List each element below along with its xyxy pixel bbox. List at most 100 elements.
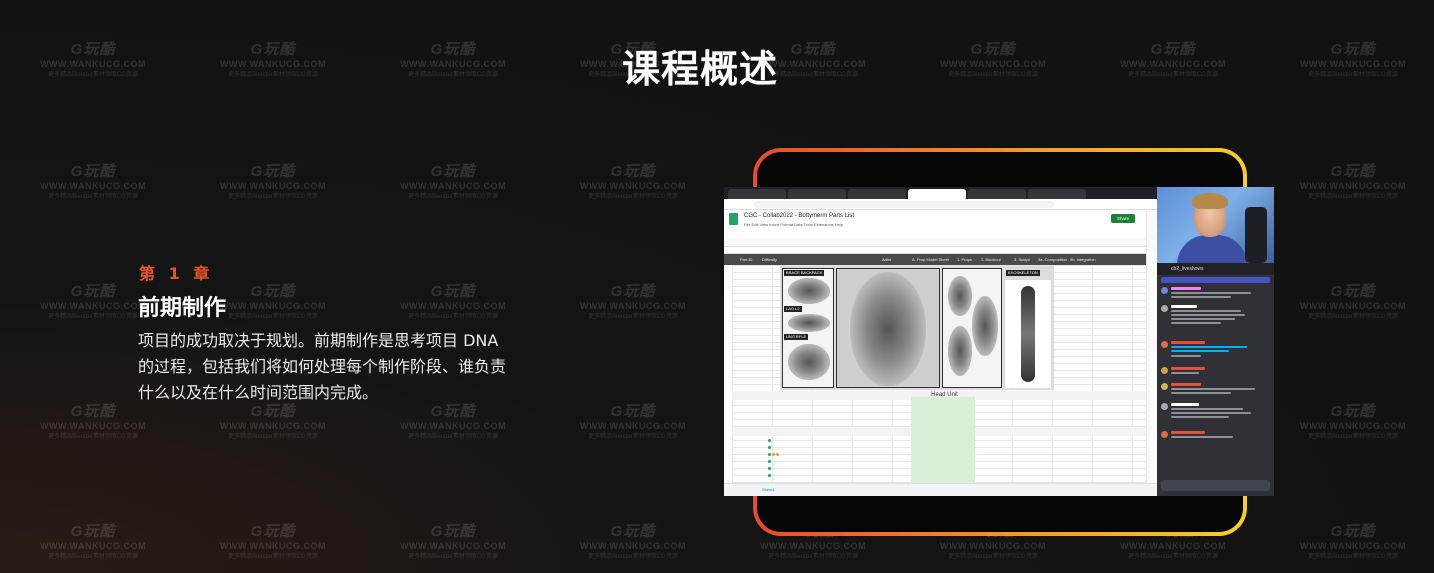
watermark: G玩酷WWW.WANKUCG.COM更多精品Blender素材领取CG资源 <box>398 160 508 200</box>
watermark-logo: G玩酷 <box>1330 403 1376 420</box>
watermark: G玩酷WWW.WANKUCG.COM更多精品Blender素材领取CG资源 <box>218 280 328 320</box>
watermark-site: WWW.WANKUCG.COM <box>220 541 326 551</box>
watermark: G玩酷WWW.WANKUCG.COM更多精品Blender素材领取CG资源 <box>218 400 328 440</box>
column-header: 3. Sculpt <box>1014 257 1030 262</box>
watermark-site: WWW.WANKUCG.COM <box>1300 181 1406 191</box>
watermark-site: WWW.WANKUCG.COM <box>940 541 1046 551</box>
watermark-sub: 更多精品Blender素材领取CG资源 <box>228 434 318 440</box>
watermark-logo: G玩酷 <box>430 523 476 540</box>
watermark-sub: 更多精品Blender素材领取CG资源 <box>768 554 858 560</box>
chapter-number: 第 1 章 <box>139 264 214 283</box>
watermark-site: WWW.WANKUCG.COM <box>580 301 686 311</box>
watermark: G玩酷WWW.WANKUCG.COM 更多精品Blender素材领取CG资源 <box>38 160 148 200</box>
watermark: G玩酷WWW.WANKUCG.COM更多精品Blender素材领取CG资源 <box>1298 520 1408 560</box>
watermark-sub: 更多精品Blender素材领取CG资源 <box>408 314 498 320</box>
watermark: G玩酷WWW.WANKUCG.COM 更多精品Blender素材领取CG资源 <box>38 280 148 320</box>
watermark-site: WWW.WANKUCG.COM <box>1120 541 1226 551</box>
watermark-site: WWW.WANKUCG.COM <box>1300 421 1406 431</box>
watermark-logo: G玩酷 <box>610 403 656 420</box>
address-bar <box>724 199 1157 210</box>
watermark-logo: G玩酷 <box>430 163 476 180</box>
watermark-logo: G玩酷 <box>430 283 476 300</box>
watermark-logo: G玩酷 <box>1330 163 1376 180</box>
watermark-site: WWW.WANKUCG.COM <box>40 301 146 311</box>
watermark-sub: 更多精品Blender素材领取CG资源 <box>48 434 138 440</box>
watermark-site: WWW.WANKUCG.COM <box>400 181 506 191</box>
watermark: G玩酷WWW.WANKUCG.COM 更多精品Blender素材领取CG资源 <box>578 400 688 440</box>
watermark: G玩酷WWW.WANKUCG.COM更多精品Blender素材领取CG资源 <box>398 400 508 440</box>
page-title: 课程概述 <box>621 47 778 91</box>
column-header: Artist <box>882 257 892 262</box>
watermark-logo: G玩酷 <box>70 163 116 180</box>
watermark-sub: 更多精品Blender素材领取CG资源 <box>228 194 318 200</box>
column-header: 2. Blockout <box>981 257 1001 262</box>
watermark: G玩酷WWW.WANKUCG.COM更多精品Blender素材领取CG资源 <box>578 280 688 320</box>
column-header: Part ID <box>740 257 753 262</box>
watermark-logo: G玩酷 <box>70 523 116 540</box>
watermark-sub: 更多精品Blender素材领取CG资源 <box>588 314 678 320</box>
ref-label: UNIT.RFLE <box>784 334 809 340</box>
watermark-site: WWW.WANKUCG.COM <box>580 421 686 431</box>
watermark-site: WWW.WANKUCG.COM <box>400 541 506 551</box>
side-panel-icons <box>1146 210 1157 483</box>
watermark-sub: 更多精品Blender素材领取CG资源 <box>1128 554 1218 560</box>
column-header: 4a. Composition <box>1038 257 1067 262</box>
sheet-tab-bar: Sheet1 <box>724 483 1157 496</box>
course-screenshot: CGC - Collab2022 - Bottymerm Parts List … <box>724 187 1274 496</box>
watermark-logo: G玩酷 <box>250 523 296 540</box>
menu-bar: File Edit View Insert Format Data Tools … <box>744 222 844 227</box>
browser-tab-bar <box>724 187 1157 199</box>
watermark-logo: G玩酷 <box>70 283 116 300</box>
status-column <box>911 397 975 483</box>
watermark-sub: 更多精品Blender素材领取CG资源 <box>228 554 318 560</box>
watermark-site: WWW.WANKUCG.COM <box>580 181 686 191</box>
watermark: G玩酷WWW.WANKUCG.COM 更多精品Blender素材领取CG资源 <box>218 520 328 560</box>
sheet-tab: Sheet1 <box>762 487 775 492</box>
watermark: G玩酷WWW.WANKUCG.COM 更多精品Blender素材领取CG资源 <box>1298 400 1408 440</box>
column-header: A. Prop Model Sheet <box>912 257 949 262</box>
watermark-site: WWW.WANKUCG.COM <box>400 421 506 431</box>
sheet-toolbar <box>724 238 1157 247</box>
chat-panel: cb2_liveshows <box>1157 263 1274 496</box>
watermark-sub: 更多精品Blender素材领取CG资源 <box>408 434 498 440</box>
watermark: G玩酷WWW.WANKUCG.COM 更多精品Blender素材领取CG资源 <box>38 520 148 560</box>
watermark-sub: 更多精品Blender素材领取CG资源 <box>1308 434 1398 440</box>
watermark-sub: 更多精品Blender素材领取CG资源 <box>48 314 138 320</box>
watermark-site: WWW.WANKUCG.COM <box>220 421 326 431</box>
watermark: G玩酷WWW.WANKUCG.COM更多精品Blender素材领取CG资源 <box>38 400 148 440</box>
watermark-sub: 更多精品Blender素材领取CG资源 <box>48 554 138 560</box>
watermark: G玩酷WWW.WANKUCG.COM 更多精品Blender素材领取CG资源 <box>218 160 328 200</box>
formula-bar <box>724 247 1157 254</box>
watermark-logo: G玩酷 <box>610 523 656 540</box>
watermark-logo: G玩酷 <box>610 163 656 180</box>
watermark-sub: 更多精品Blender素材领取CG资源 <box>588 194 678 200</box>
ref-label: BRACE BACKPACK <box>784 270 825 276</box>
watermark-site: WWW.WANKUCG.COM <box>40 541 146 551</box>
watermark-sub: 更多精品Blender素材领取CG资源 <box>948 554 1038 560</box>
watermark-logo: G玩酷 <box>250 163 296 180</box>
watermark-sub: 更多精品Blender素材领取CG资源 <box>588 434 678 440</box>
chat-input <box>1161 480 1270 491</box>
column-header: Difficulty <box>762 257 778 262</box>
watermark-logo: G玩酷 <box>1330 283 1376 300</box>
watermark-site: WWW.WANKUCG.COM <box>40 181 146 191</box>
column-headers: Part ID Difficulty Artist A. Prop Model … <box>724 254 1157 265</box>
watermark: G玩酷WWW.WANKUCG.COM更多精品Blender素材领取CG资源 <box>1298 280 1408 320</box>
sheets-logo-icon <box>729 213 738 225</box>
watermark-sub: 更多精品Blender素材领取CG资源 <box>408 554 498 560</box>
watermark-sub: 更多精品Blender素材领取CG资源 <box>588 554 678 560</box>
watermark-sub: 更多精品Blender素材领取CG资源 <box>228 314 318 320</box>
watermark-sub: 更多精品Blender素材领取CG资源 <box>1308 314 1398 320</box>
chat-channel-name: cb2_liveshows <box>1157 263 1274 275</box>
share-button: Share <box>1111 214 1135 223</box>
watermark: G玩酷WWW.WANKUCG.COM 更多精品Blender素材领取CG资源 <box>578 160 688 200</box>
column-header: 4b. Integration <box>1070 257 1096 262</box>
watermark-sub: 更多精品Blender素材领取CG资源 <box>48 194 138 200</box>
watermark-site: WWW.WANKUCG.COM <box>1300 541 1406 551</box>
watermark: G玩酷WWW.WANKUCG.COM 更多精品Blender素材领取CG资源 <box>398 520 508 560</box>
document-title: CGC - Collab2022 - Bottymerm Parts List <box>744 213 855 219</box>
watermark-logo: G玩酷 <box>70 403 116 420</box>
watermark-site: WWW.WANKUCG.COM <box>220 181 326 191</box>
chapter-title: 前期制作 <box>138 296 227 321</box>
watermark: G玩酷WWW.WANKUCG.COM更多精品Blender素材领取CG资源 <box>398 280 508 320</box>
